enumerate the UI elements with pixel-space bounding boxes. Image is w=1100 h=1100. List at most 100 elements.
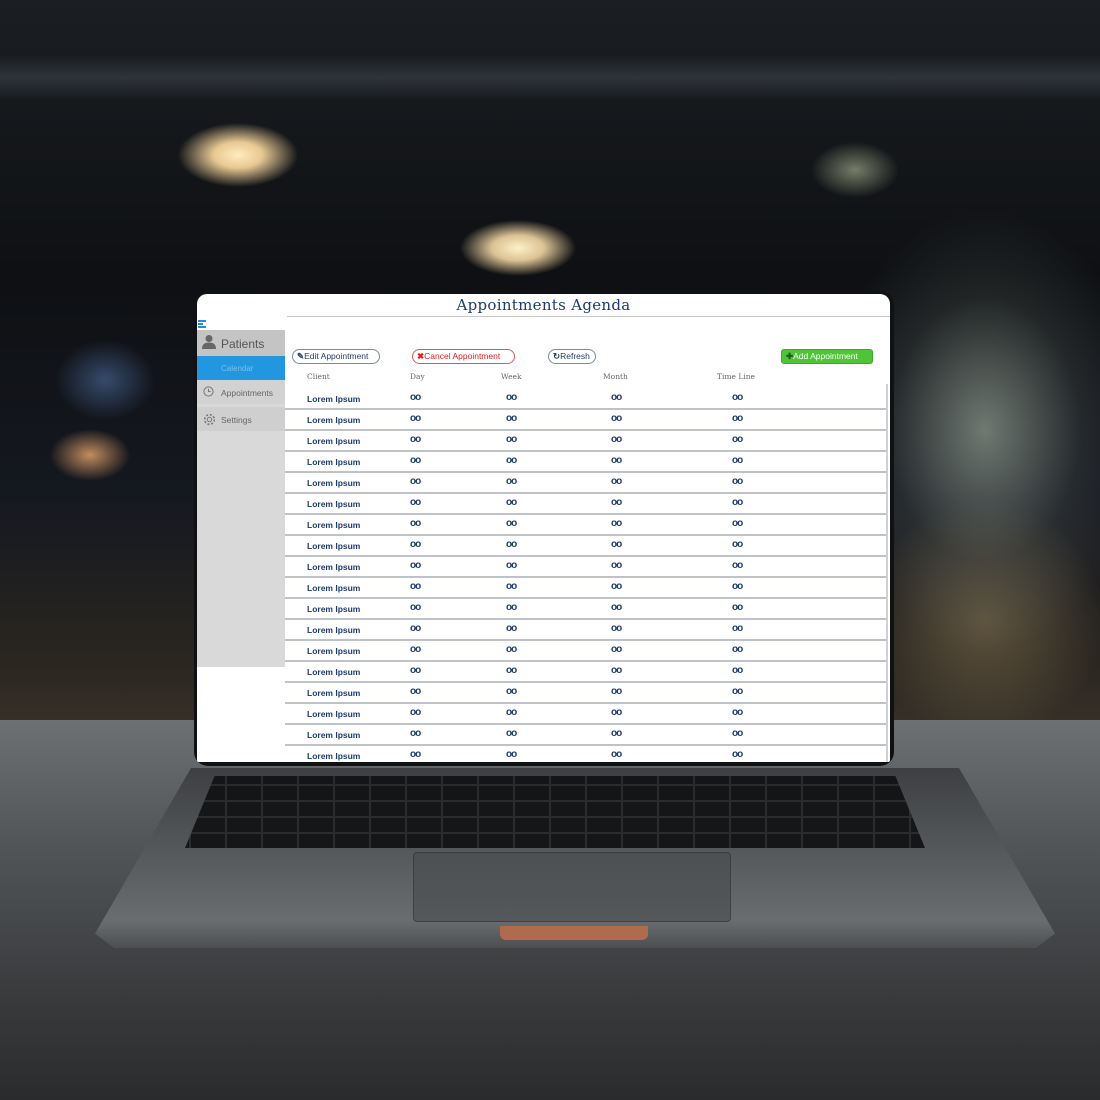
week-cell: oo xyxy=(506,413,517,424)
week-cell: oo xyxy=(506,518,517,529)
refresh-button[interactable]: ↻Refresh xyxy=(548,349,596,364)
week-cell: oo xyxy=(506,728,517,739)
month-cell: oo xyxy=(611,728,622,739)
table-row[interactable]: Lorem Ipsum oo oo oo oo xyxy=(285,599,888,620)
time-line-cell: oo xyxy=(732,686,743,697)
column-header-month[interactable]: Month xyxy=(603,372,628,381)
ceiling-band xyxy=(0,55,1100,100)
table-row[interactable]: Lorem Ipsum oo oo oo oo xyxy=(285,704,888,725)
day-cell: oo xyxy=(410,476,421,487)
edit-appointment-label: Edit Appointment xyxy=(304,351,369,361)
time-line-cell: oo xyxy=(732,476,743,487)
month-cell: oo xyxy=(611,539,622,550)
table-row[interactable]: Lorem Ipsum oo oo oo oo xyxy=(285,494,888,515)
table-row[interactable]: Lorem Ipsum oo oo oo oo xyxy=(285,536,888,557)
client-cell: Lorem Ipsum xyxy=(307,625,361,635)
hamburger-menu-icon[interactable] xyxy=(198,320,206,328)
month-cell: oo xyxy=(611,497,622,508)
column-header-week[interactable]: Week xyxy=(501,372,522,381)
user-icon xyxy=(202,334,216,352)
client-cell: Lorem Ipsum xyxy=(307,478,361,488)
time-line-cell: oo xyxy=(732,539,743,550)
table-row[interactable]: Lorem Ipsum oo oo oo oo xyxy=(285,641,888,662)
week-cell: oo xyxy=(506,602,517,613)
sidebar-item-label: Calendar xyxy=(221,364,254,373)
column-header-day[interactable]: Day xyxy=(410,372,425,381)
table-row[interactable]: Lorem Ipsum oo oo oo oo xyxy=(285,431,888,452)
appointments-table: Lorem Ipsum oo oo oo oo Lorem Ipsum oo oo oo oo Lo… xyxy=(285,389,888,762)
table-row[interactable]: Lorem Ipsum oo oo oo oo xyxy=(285,746,888,762)
time-line-cell: oo xyxy=(732,665,743,676)
table-row[interactable]: Lorem Ipsum oo oo oo oo xyxy=(285,578,888,599)
client-cell: Lorem Ipsum xyxy=(307,562,361,572)
sidebar-header-label: Patients xyxy=(221,337,265,351)
time-line-cell: oo xyxy=(732,392,743,403)
client-cell: Lorem Ipsum xyxy=(307,394,361,404)
day-cell: oo xyxy=(410,602,421,613)
week-cell: oo xyxy=(506,434,517,445)
month-cell: oo xyxy=(611,518,622,529)
client-cell: Lorem Ipsum xyxy=(307,436,361,446)
laptop-notch xyxy=(500,926,648,940)
day-cell: oo xyxy=(410,560,421,571)
month-cell: oo xyxy=(611,476,622,487)
month-cell: oo xyxy=(611,749,622,760)
sidebar-item-label: Appointments xyxy=(221,388,273,398)
column-header-client[interactable]: Client xyxy=(307,372,330,381)
vertical-scrollbar[interactable] xyxy=(886,384,888,762)
sidebar-item-settings[interactable]: Settings xyxy=(197,407,285,431)
clock-icon xyxy=(203,386,214,399)
sidebar-item-appointments[interactable]: Appointments xyxy=(197,380,285,404)
day-cell: oo xyxy=(410,644,421,655)
client-cell: Lorem Ipsum xyxy=(307,457,361,467)
time-line-cell: oo xyxy=(732,581,743,592)
day-cell: oo xyxy=(410,665,421,676)
column-header-time-line[interactable]: Time Line xyxy=(717,372,755,381)
month-cell: oo xyxy=(611,623,622,634)
time-line-cell: oo xyxy=(732,707,743,718)
day-cell: oo xyxy=(410,728,421,739)
month-cell: oo xyxy=(611,560,622,571)
week-cell: oo xyxy=(506,392,517,403)
table-row[interactable]: Lorem Ipsum oo oo oo oo xyxy=(285,683,888,704)
add-appointment-button[interactable]: ✚Add Appointment xyxy=(781,349,873,364)
day-cell: oo xyxy=(410,707,421,718)
client-cell: Lorem Ipsum xyxy=(307,499,361,509)
week-cell: oo xyxy=(506,749,517,760)
add-appointment-label: Add Appointment xyxy=(793,351,858,361)
table-row[interactable]: Lorem Ipsum oo oo oo oo xyxy=(285,725,888,746)
cancel-appointment-label: Cancel Appointment xyxy=(424,351,501,361)
sidebar-header-patients[interactable]: Patients xyxy=(197,330,285,356)
table-row[interactable]: Lorem Ipsum oo oo oo oo xyxy=(285,515,888,536)
day-cell: oo xyxy=(410,392,421,403)
table-row[interactable]: Lorem Ipsum oo oo oo oo xyxy=(285,557,888,578)
day-cell: oo xyxy=(410,749,421,760)
month-cell: oo xyxy=(611,644,622,655)
day-cell: oo xyxy=(410,581,421,592)
table-row[interactable]: Lorem Ipsum oo oo oo oo xyxy=(285,452,888,473)
table-row[interactable]: Lorem Ipsum oo oo oo oo xyxy=(285,473,888,494)
table-row[interactable]: Lorem Ipsum oo oo oo oo xyxy=(285,662,888,683)
week-cell: oo xyxy=(506,686,517,697)
refresh-label: Refresh xyxy=(560,351,590,361)
sidebar-item-active[interactable]: Calendar xyxy=(197,356,285,380)
day-cell: oo xyxy=(410,623,421,634)
time-line-cell: oo xyxy=(732,644,743,655)
sidebar: Patients Calendar Appointments Settings xyxy=(197,330,285,667)
cancel-appointment-button[interactable]: ✖Cancel Appointment xyxy=(412,349,515,364)
day-cell: oo xyxy=(410,686,421,697)
day-cell: oo xyxy=(410,413,421,424)
month-cell: oo xyxy=(611,581,622,592)
table-row[interactable]: Lorem Ipsum oo oo oo oo xyxy=(285,389,888,410)
client-cell: Lorem Ipsum xyxy=(307,730,361,740)
time-line-cell: oo xyxy=(732,497,743,508)
edit-appointment-button[interactable]: ✎Edit Appointment xyxy=(292,349,380,364)
week-cell: oo xyxy=(506,560,517,571)
table-row[interactable]: Lorem Ipsum oo oo oo oo xyxy=(285,410,888,431)
client-cell: Lorem Ipsum xyxy=(307,604,361,614)
client-cell: Lorem Ipsum xyxy=(307,583,361,593)
week-cell: oo xyxy=(506,539,517,550)
time-line-cell: oo xyxy=(732,413,743,424)
sidebar-item-label: Settings xyxy=(221,415,252,425)
table-row[interactable]: Lorem Ipsum oo oo oo oo xyxy=(285,620,888,641)
